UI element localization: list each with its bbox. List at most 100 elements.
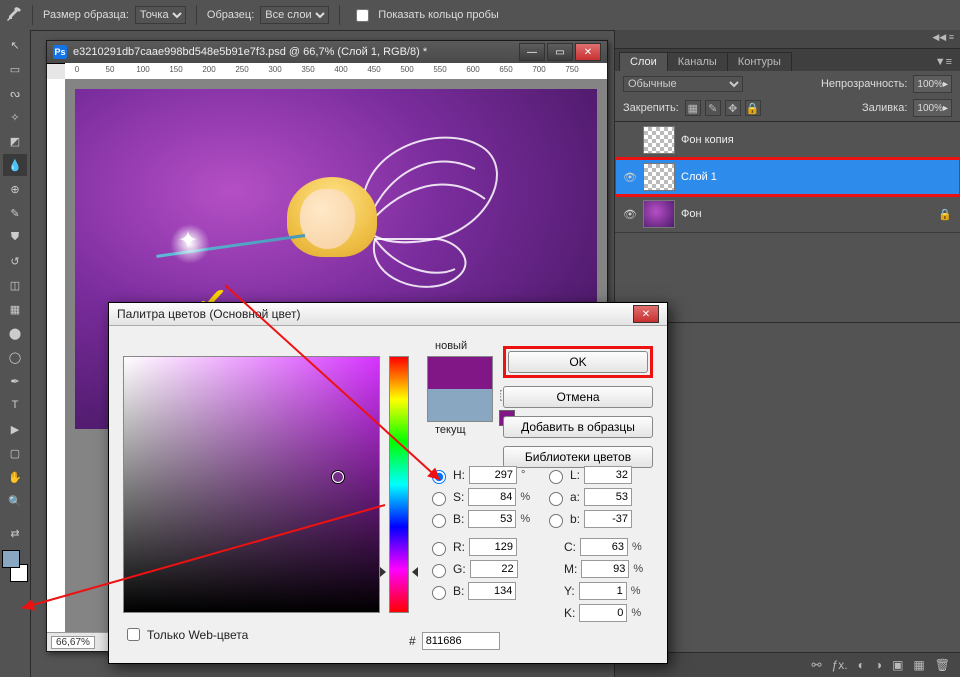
layer-row[interactable]: 👁 Фон 🔒 [615,196,960,233]
ok-button[interactable]: OK [508,351,648,373]
radio-bb[interactable] [549,514,563,528]
marquee-tool-icon[interactable]: ▭ [3,58,27,80]
layer-thumb [643,200,675,228]
group-icon[interactable]: ▣ [892,658,903,672]
color-swatches[interactable] [2,550,28,582]
trash-icon[interactable]: 🗑 [935,658,950,672]
hand-tool-icon[interactable]: ✋ [3,466,27,488]
current-color-swatch[interactable] [428,389,492,421]
path-select-icon[interactable]: ▶ [3,418,27,440]
field-hex[interactable] [422,632,500,650]
crop-tool-icon[interactable]: ◩ [3,130,27,152]
ruler-vertical [47,79,66,633]
field-h[interactable] [469,466,517,484]
tab-paths[interactable]: Контуры [727,52,792,71]
blur-tool-icon[interactable]: ⬤ [3,322,27,344]
swap-colors-icon[interactable]: ⇄ [3,522,27,544]
tab-layers[interactable]: Слои [619,52,668,71]
minimize-button[interactable]: — [519,43,545,61]
lock-paint-icon[interactable]: ✎ [705,100,721,116]
visibility-icon[interactable] [623,133,637,147]
radio-g[interactable] [432,564,446,578]
history-brush-icon[interactable]: ↺ [3,250,27,272]
ruler-horizontal: 0501001502002503003504004505005506006507… [65,63,607,80]
adjustment-icon[interactable]: ◑ [875,658,882,672]
field-y[interactable] [579,582,627,600]
panel-collapse-bar[interactable]: ◀◀ ≡ [615,30,960,49]
gradient-tool-icon[interactable]: ▦ [3,298,27,320]
field-s[interactable] [468,488,516,506]
fill-field[interactable]: 100% ▸ [913,99,952,117]
lock-label: Закрепить: [623,102,679,114]
field-l[interactable] [584,466,632,484]
field-bl[interactable] [468,582,516,600]
lock-move-icon[interactable]: ✥ [725,100,741,116]
pen-tool-icon[interactable]: ✒ [3,370,27,392]
field-b[interactable] [584,510,632,528]
zoom-value[interactable]: 66,67% [51,636,95,649]
wand-tool-icon[interactable]: ✧ [3,106,27,128]
radio-b[interactable] [432,514,446,528]
sample-size-select[interactable]: Точка [135,6,186,24]
stamp-tool-icon[interactable]: ⛊ [3,226,27,248]
document-titlebar[interactable]: Ps e3210291db7caae998bd548e5b91e7f3.psd … [47,41,607,64]
new-layer-icon[interactable]: ▦ [913,658,924,672]
field-a[interactable] [584,488,632,506]
mask-icon[interactable]: ◐ [858,658,865,672]
eraser-tool-icon[interactable]: ◫ [3,274,27,296]
eyedropper-tool-icon[interactable]: 💧 [3,154,27,176]
field-r[interactable] [469,538,517,556]
visibility-icon[interactable]: 👁 [623,207,637,221]
radio-r[interactable] [432,542,446,556]
lock-all-icon[interactable]: 🔒 [745,100,761,116]
foreground-swatch[interactable] [2,550,20,568]
radio-bl[interactable] [432,586,446,600]
close-button[interactable]: ✕ [575,43,601,61]
radio-h[interactable] [432,470,446,484]
sample-select[interactable]: Все слои [260,6,329,24]
type-tool-icon[interactable]: T [3,394,27,416]
saturation-value-box[interactable] [123,356,380,613]
hue-marker[interactable] [384,567,414,577]
heal-tool-icon[interactable]: ⊕ [3,178,27,200]
blend-mode-select[interactable]: Обычные [623,76,743,92]
move-tool-icon[interactable]: ↖ [3,34,27,56]
field-c[interactable] [580,538,628,556]
brush-tool-icon[interactable]: ✎ [3,202,27,224]
libraries-button[interactable]: Библиотеки цветов [503,446,653,468]
layer-options: Обычные Непрозрачность: 100% ▸ Закрепить… [615,71,960,122]
zoom-tool-icon[interactable]: 🔍 [3,490,27,512]
add-swatch-button[interactable]: Добавить в образцы [503,416,653,438]
hue-slider[interactable] [389,356,409,613]
show-ring-checkbox[interactable] [356,9,369,22]
lasso-tool-icon[interactable]: ᔓ [3,82,27,104]
ps-icon: Ps [53,45,67,59]
layer-row-selected[interactable]: 👁 Слой 1 [615,159,960,196]
field-g[interactable] [470,560,518,578]
maximize-button[interactable]: ▭ [547,43,573,61]
radio-l[interactable] [549,470,563,484]
layers-list: Фон копия 👁 Слой 1 👁 Фон 🔒 [615,122,960,323]
lock-transparent-icon[interactable]: ▦ [685,100,701,116]
radio-a[interactable] [549,492,563,506]
cancel-button[interactable]: Отмена [503,386,653,408]
panel-menu-icon[interactable]: ▼≡ [927,53,960,71]
field-m[interactable] [581,560,629,578]
link-layers-icon[interactable]: ⚯ [812,658,822,672]
dialog-close-icon[interactable]: ✕ [633,305,659,323]
shape-tool-icon[interactable]: ▢ [3,442,27,464]
tab-channels[interactable]: Каналы [667,52,728,71]
label-current: текущ [435,424,466,436]
dodge-tool-icon[interactable]: ◯ [3,346,27,368]
radio-s[interactable] [432,492,446,506]
fx-icon[interactable]: ƒx. [832,658,848,672]
opacity-field[interactable]: 100% ▸ [913,75,952,93]
layer-row[interactable]: Фон копия [615,122,960,159]
field-k[interactable] [579,604,627,622]
panel-tabs: Слои Каналы Контуры ▼≡ [615,49,960,71]
field-bv[interactable] [468,510,516,528]
dialog-titlebar[interactable]: Палитра цветов (Основной цвет) ✕ [109,303,667,326]
web-only-checkbox[interactable] [127,628,140,641]
visibility-icon[interactable]: 👁 [623,170,637,184]
sv-marker[interactable] [332,471,344,483]
